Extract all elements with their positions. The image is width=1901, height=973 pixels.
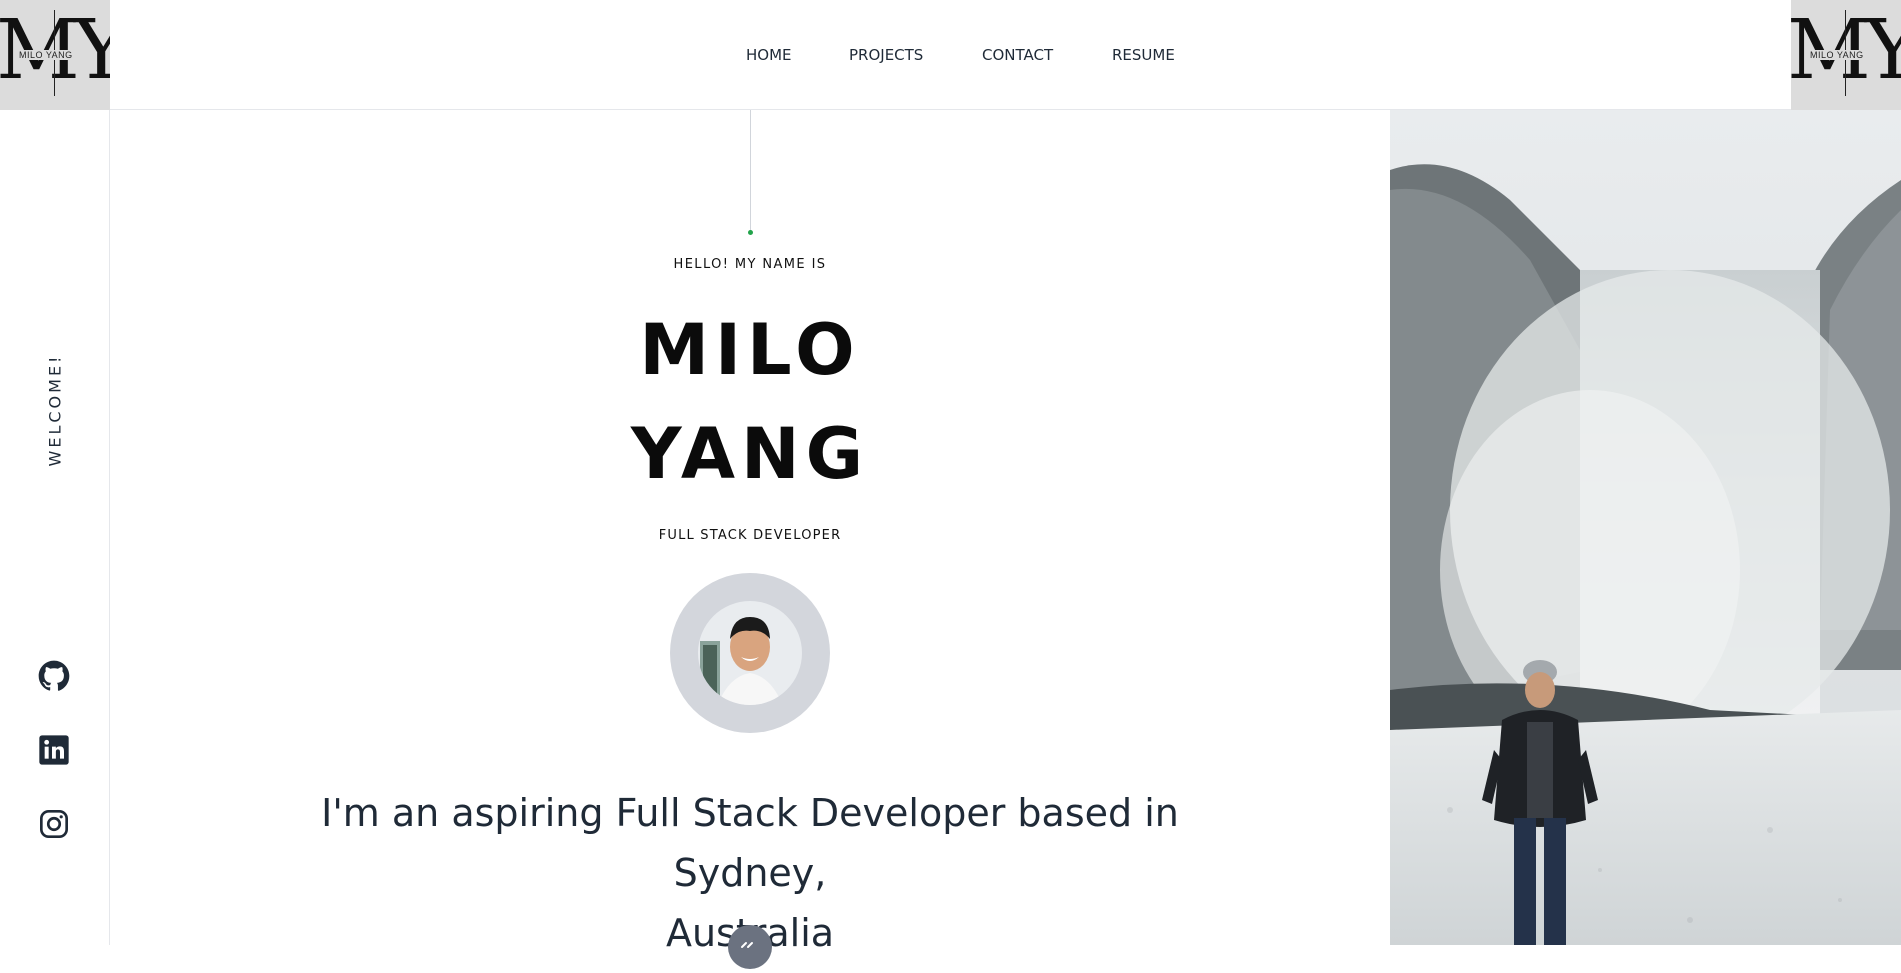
avatar	[670, 573, 830, 733]
instagram-icon[interactable]	[38, 808, 70, 840]
double-chevron-icon	[741, 942, 753, 948]
accent-dot	[748, 230, 753, 235]
tagline-line-1: I'm an aspiring Full Stack Developer bas…	[321, 791, 1179, 895]
hero-photo	[1390, 110, 1901, 945]
decorative-line	[750, 110, 751, 230]
first-name: MILO	[639, 309, 861, 391]
waterfall-photo	[1390, 110, 1901, 945]
logo-right[interactable]: MY MILO YANG	[1791, 0, 1901, 110]
github-icon[interactable]	[38, 660, 70, 692]
welcome-label: WELCOME!	[45, 353, 65, 467]
main-nav: HOME PROJECTS CONTACT RESUME	[0, 0, 1901, 110]
avatar-photo	[698, 601, 802, 705]
nav-resume[interactable]: RESUME	[1112, 46, 1175, 64]
nav-home[interactable]: HOME	[746, 46, 792, 64]
logo-text: MILO YANG	[1809, 50, 1865, 60]
left-rail: WELCOME!	[0, 110, 110, 945]
nav-contact[interactable]: CONTACT	[982, 46, 1053, 64]
linkedin-icon[interactable]	[38, 734, 70, 766]
greeting: HELLO! MY NAME IS	[673, 257, 827, 272]
nav-projects[interactable]: PROJECTS	[849, 46, 923, 64]
last-name: YANG	[630, 413, 870, 495]
site-header: MY MILO YANG HOME PROJECTS CONTACT RESUM…	[0, 0, 1901, 110]
job-title: FULL STACK DEVELOPER	[658, 528, 842, 543]
scroll-down-button[interactable]	[728, 925, 772, 969]
